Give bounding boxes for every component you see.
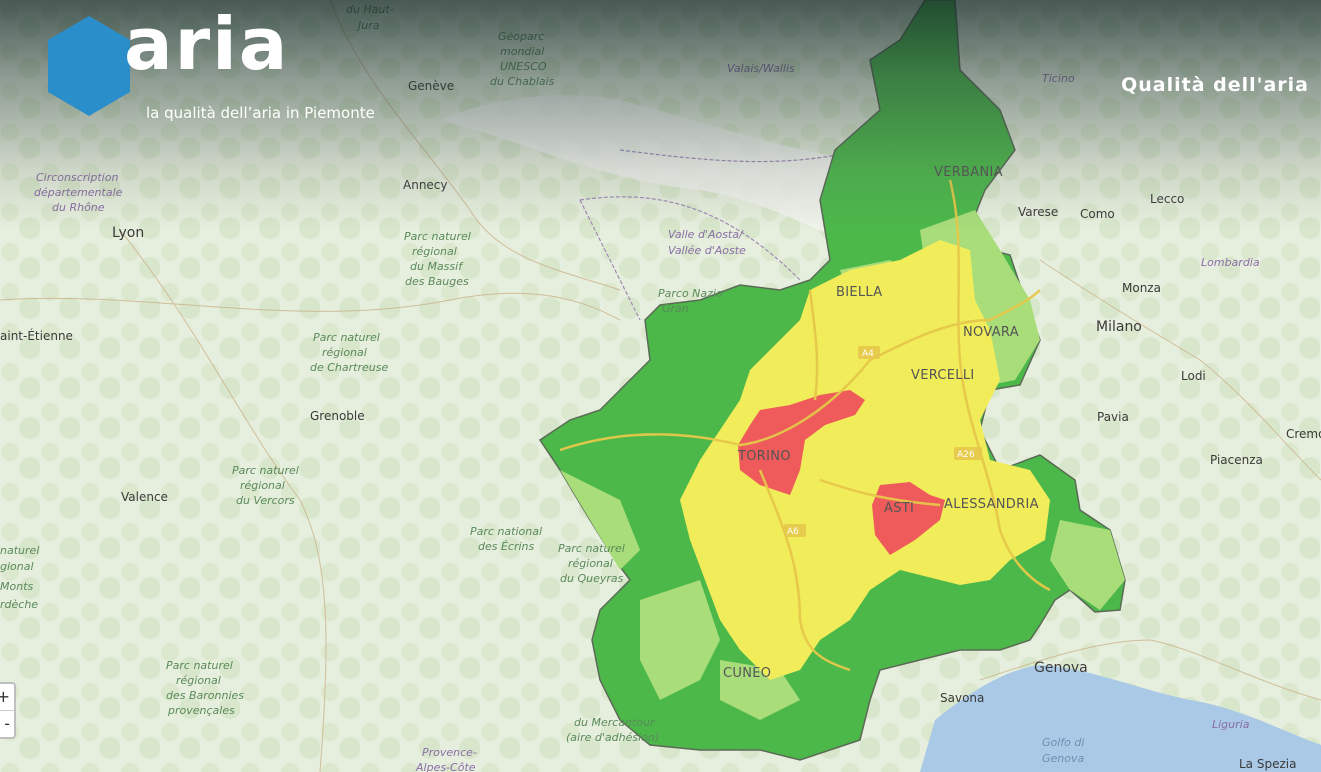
- province-label-verbania[interactable]: VERBANIA: [934, 165, 1003, 180]
- city-label: Cremo: [1286, 427, 1321, 441]
- park-label: mondial: [500, 45, 544, 58]
- park-label: du Rhône: [52, 201, 105, 214]
- park-label: des Baronnies: [166, 689, 244, 702]
- park-label: Gran: [662, 302, 689, 315]
- water-label: Genova: [1042, 752, 1085, 765]
- region-label: Valle d'Aosta/: [668, 228, 744, 241]
- park-label: du Vercors: [236, 494, 295, 507]
- park-label: du Mercantour: [574, 716, 656, 729]
- park-label: du Chablais: [490, 75, 555, 88]
- zoom-control: + -: [0, 682, 16, 739]
- city-label: Pavia: [1097, 410, 1129, 424]
- zoom-in-button[interactable]: +: [0, 684, 14, 710]
- park-label: Parc naturel: [558, 542, 625, 555]
- region-label: Valais/Wallis: [727, 62, 795, 75]
- region-label: Vallée d'Aoste: [668, 244, 746, 257]
- park-label: Parc naturel: [166, 659, 233, 672]
- region-label: Ticino: [1042, 72, 1075, 85]
- province-label-alessandria[interactable]: ALESSANDRIA: [944, 497, 1039, 512]
- city-label: Lyon: [112, 225, 144, 241]
- city-label: Piacenza: [1210, 453, 1263, 467]
- city-label: Valence: [121, 490, 168, 504]
- park-label: départementale: [34, 186, 123, 199]
- logo-wordmark: aria: [124, 2, 290, 86]
- region-label: Lombardia: [1201, 256, 1260, 269]
- park-label: régional: [240, 479, 285, 492]
- city-label: Varese: [1018, 205, 1058, 219]
- park-label: Parc naturel: [404, 230, 471, 243]
- aria-logo[interactable]: aria la qualità dell’aria in Piemonte: [46, 8, 426, 129]
- park-label: du Queyras: [560, 572, 624, 585]
- park-label: du Massif: [410, 260, 464, 273]
- province-label-cuneo[interactable]: CUNEO: [723, 666, 771, 681]
- park-label: des Écrins: [478, 540, 535, 553]
- park-label: des Bauges: [405, 275, 469, 288]
- province-label-vercelli[interactable]: VERCELLI: [911, 368, 975, 383]
- motorway-label-a6: A6: [787, 527, 799, 537]
- logo-tagline: la qualità dell’aria in Piemonte: [146, 104, 375, 122]
- park-label: de Chartreuse: [310, 361, 388, 374]
- logo-hexagon-icon: [48, 16, 130, 116]
- zoom-out-button[interactable]: -: [0, 710, 14, 737]
- park-label: Monts: [0, 580, 34, 593]
- city-label: La Spezia: [1239, 757, 1296, 771]
- park-label: (aire d'adhésion): [566, 731, 659, 744]
- city-label: Savona: [940, 691, 984, 705]
- park-label: provençales: [167, 704, 235, 717]
- park-label: régional: [568, 557, 613, 570]
- park-label: Parc national: [470, 525, 542, 538]
- water-label: Golfo di: [1042, 736, 1084, 749]
- city-label: Genova: [1034, 660, 1088, 676]
- park-label: Circonscription: [36, 171, 118, 184]
- park-label: régional: [176, 674, 221, 687]
- park-label: gional: [0, 560, 34, 573]
- city-label: Lecco: [1150, 192, 1184, 206]
- province-label-asti[interactable]: ASTI: [884, 501, 914, 516]
- park-label: rdèche: [0, 598, 38, 611]
- motorway-label-a26: A26: [957, 450, 975, 460]
- city-label: Como: [1080, 207, 1115, 221]
- city-label: Milano: [1096, 319, 1142, 335]
- park-label: régional: [322, 346, 367, 359]
- region-label: Provence-: [422, 746, 477, 759]
- city-label: Annecy: [403, 178, 448, 192]
- city-label: Monza: [1122, 281, 1161, 295]
- motorway-label-a4: A4: [862, 349, 874, 359]
- city-label: aint-Étienne: [0, 328, 73, 343]
- park-label: régional: [412, 245, 457, 258]
- park-label: Géoparc: [498, 30, 544, 43]
- park-label: UNESCO: [500, 60, 547, 73]
- province-label-novara[interactable]: NOVARA: [963, 325, 1019, 340]
- park-label: Parc naturel: [232, 464, 299, 477]
- city-label: Grenoble: [310, 409, 365, 423]
- city-label: Lodi: [1181, 369, 1206, 383]
- region-label: Alpes-Côte: [415, 761, 476, 772]
- park-label: Parco Nazio: [658, 287, 723, 300]
- region-label: Liguria: [1212, 718, 1250, 731]
- page-title: Qualità dell'aria: [1121, 74, 1309, 96]
- province-label-biella[interactable]: BIELLA: [836, 285, 882, 300]
- province-label-torino[interactable]: TORINO: [737, 449, 791, 464]
- park-label: Parc naturel: [313, 331, 380, 344]
- park-label: naturel: [0, 544, 39, 557]
